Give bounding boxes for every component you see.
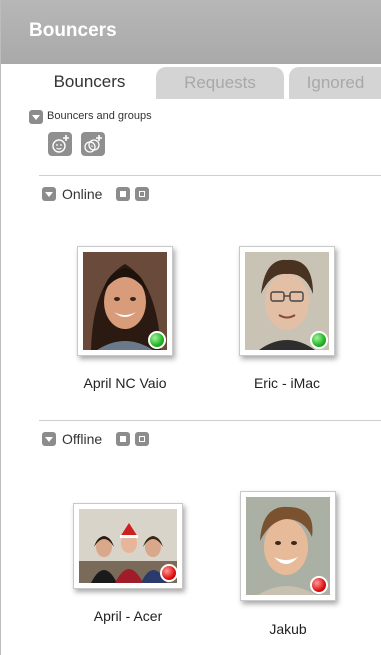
avatar-card[interactable] (240, 491, 336, 601)
tab-bouncers[interactable]: Bouncers (29, 66, 150, 98)
status-online-icon (310, 331, 328, 349)
status-offline-icon (310, 576, 328, 594)
group-label-offline: Offline (62, 431, 103, 447)
add-user-button[interactable] (48, 132, 72, 156)
add-group-button[interactable] (81, 132, 105, 156)
section-label: Bouncers and groups (47, 110, 152, 122)
bouncer-name[interactable]: Eric - iMac (223, 375, 351, 391)
avatar-card[interactable] (239, 246, 335, 356)
bouncer-name[interactable]: April NC Vaio (61, 375, 189, 391)
window-title: Bouncers (29, 20, 117, 41)
collapse-offline-icon[interactable] (42, 432, 56, 446)
online-edit-icon[interactable] (116, 187, 130, 201)
bouncers-window: Bouncers Bouncers Requests Ignored Bounc… (0, 0, 381, 655)
collapse-online-icon[interactable] (42, 187, 56, 201)
status-online-icon (148, 331, 166, 349)
tab-ignored[interactable]: Ignored (289, 67, 381, 99)
status-offline-icon (160, 564, 178, 582)
add-group-icon (84, 135, 102, 153)
avatar-card[interactable] (77, 246, 173, 356)
add-user-icon (52, 135, 69, 153)
group-label-online: Online (62, 186, 103, 202)
offline-edit-icon[interactable] (116, 432, 130, 446)
tab-requests[interactable]: Requests (156, 67, 284, 99)
divider (39, 175, 381, 176)
collapse-section-icon[interactable] (29, 110, 43, 124)
divider (39, 420, 381, 421)
online-options-icon[interactable] (135, 187, 149, 201)
offline-options-icon[interactable] (135, 432, 149, 446)
title-bar: Bouncers (1, 0, 381, 64)
avatar-card[interactable] (73, 503, 183, 589)
bouncer-name[interactable]: April - Acer (64, 608, 192, 624)
bouncer-name[interactable]: Jakub (224, 621, 352, 637)
